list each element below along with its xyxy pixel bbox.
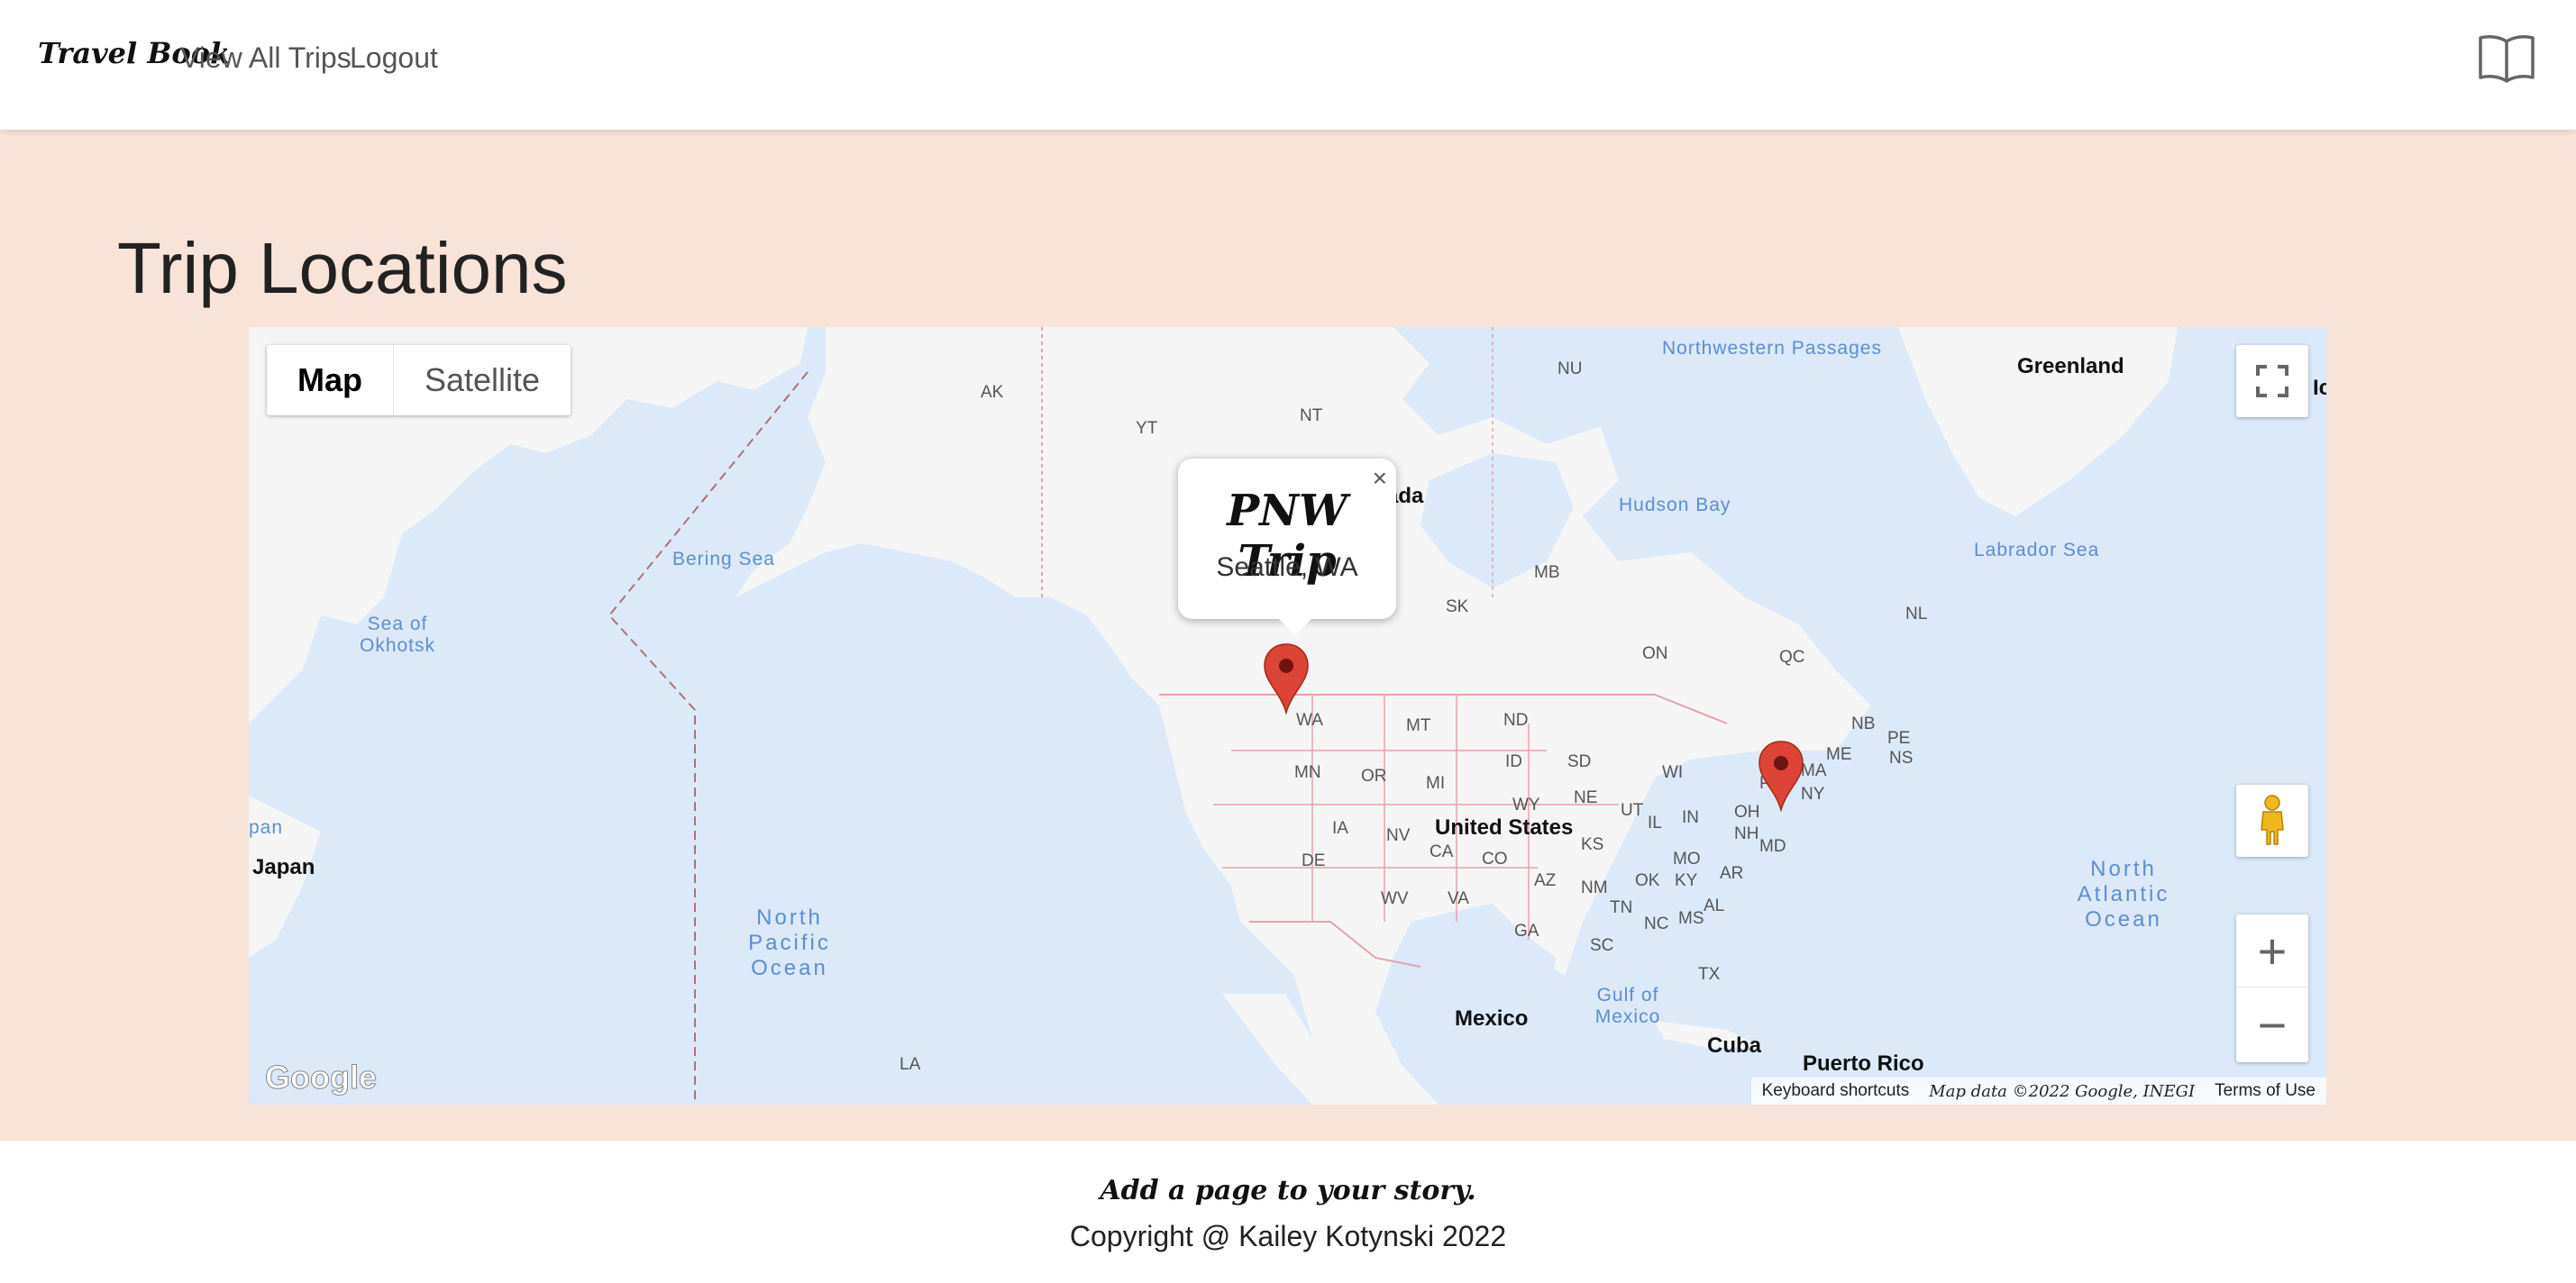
map-type-map-button[interactable]: Map — [267, 345, 394, 415]
map-label: Hudson Bay — [1619, 495, 1731, 515]
map-label: NE — [1574, 788, 1598, 807]
map-label: TN — [1610, 898, 1633, 917]
fullscreen-button[interactable] — [2236, 345, 2308, 417]
map-label: ND — [1503, 711, 1529, 730]
map-label: NV — [1386, 826, 1411, 845]
map-label: NM — [1581, 878, 1608, 897]
navbar: Travel Book View All Trips Logout — [0, 0, 2576, 130]
map-label: WI — [1662, 763, 1684, 782]
map-label: CO — [1482, 850, 1508, 869]
keyboard-shortcuts-link[interactable]: Keyboard shortcuts — [1762, 1081, 1910, 1101]
footer-copyright: Copyright @ Kailey Kotynski 2022 — [1069, 1220, 1507, 1252]
map-label: WY — [1512, 796, 1540, 814]
map-label: WV — [1381, 889, 1409, 908]
map-label: IN — [1682, 808, 1699, 827]
book-icon[interactable] — [2477, 32, 2536, 83]
map-type-control: Map Satellite — [267, 345, 571, 415]
map[interactable]: Northwestern Passages Hudson Bay Labrado… — [249, 327, 2326, 1105]
pegman-icon — [2261, 795, 2284, 845]
map-label: NL — [1905, 605, 1928, 623]
map-label: North Atlantic Ocean — [2077, 857, 2170, 932]
map-label: NC — [1644, 914, 1669, 933]
map-label: MI — [1426, 774, 1446, 793]
map-label: CA — [1430, 842, 1454, 861]
map-label: Northwestern Passages — [1662, 338, 1882, 359]
map-label: MO — [1673, 850, 1701, 869]
map-base — [249, 327, 2178, 1105]
google-logo[interactable]: Google — [265, 1059, 378, 1096]
map-label: MD — [1759, 837, 1786, 856]
zoom-in-button[interactable]: + — [2236, 914, 2308, 987]
map-label: QC — [1779, 648, 1805, 667]
map-label: MS — [1678, 909, 1704, 928]
map-label: KS — [1581, 835, 1604, 854]
terms-of-use-link[interactable]: Terms of Use — [2215, 1081, 2316, 1101]
map-label: NU — [1557, 359, 1583, 378]
map-label: PE — [1887, 729, 1911, 748]
map-label: VA — [1448, 889, 1469, 908]
map-label: ID — [1505, 752, 1522, 771]
map-type-satellite-button[interactable]: Satellite — [394, 345, 571, 415]
map-label: OR — [1361, 767, 1387, 786]
footer-tagline: Add a page to your story. — [1100, 1175, 1476, 1206]
zoom-out-button[interactable]: − — [2236, 988, 2308, 1061]
map-label: North Pacific Ocean — [748, 905, 831, 980]
map-label: UT — [1621, 801, 1644, 820]
map-label: DE — [1302, 851, 1326, 870]
map-label: IA — [1332, 819, 1348, 838]
map-label: NB — [1851, 714, 1876, 733]
nav-view-all-trips[interactable]: View All Trips — [180, 41, 352, 75]
map-label: OK — [1635, 871, 1660, 890]
map-label: Sea of Okhotsk — [359, 614, 436, 656]
map-label: Cuba — [1707, 1033, 1761, 1058]
map-label: SC — [1590, 936, 1614, 955]
map-label: TX — [1698, 965, 1721, 984]
fullscreen-icon — [2256, 365, 2288, 397]
street-view-button[interactable] — [2236, 785, 2308, 857]
page-title: Trip Locations — [117, 228, 568, 308]
map-label: Greenland — [2017, 354, 2124, 378]
map-label: AR — [1720, 864, 1744, 883]
map-label: ME — [1826, 745, 1852, 764]
map-label: AK — [981, 383, 1004, 402]
map-marker[interactable] — [1758, 740, 1804, 812]
map-label: MN — [1294, 763, 1321, 782]
map-label: GA — [1514, 922, 1539, 941]
map-label: MA — [1801, 761, 1827, 780]
map-label: Japan — [252, 855, 315, 879]
map-label: MT — [1406, 716, 1431, 735]
map-label: OH — [1734, 803, 1760, 822]
map-data-text: Map data ©2022 Google, INEGI — [1929, 1081, 2196, 1101]
map-label: LA — [900, 1055, 921, 1074]
map-label: Ic — [2313, 376, 2326, 400]
map-label: NH — [1734, 824, 1759, 843]
map-label: Gulf of Mexico — [1594, 985, 1661, 1027]
map-marker[interactable] — [1263, 642, 1310, 714]
map-label: Mexico — [1455, 1006, 1529, 1031]
footer: Add a page to your story. Copyright @ Ka… — [0, 1141, 2576, 1283]
map-label: Labrador Sea — [1974, 540, 2100, 560]
zoom-control: + − — [2236, 914, 2308, 1062]
info-window: × PNW Trip Seattle, WA — [1178, 459, 1396, 635]
map-label: Puerto Rico — [1803, 1051, 1924, 1076]
map-label: NT — [1300, 406, 1323, 425]
map-attribution: Keyboard shortcuts Map data ©2022 Google… — [1750, 1078, 2326, 1105]
map-label: IL — [1648, 814, 1662, 833]
map-label: YT — [1136, 419, 1158, 438]
map-label: MB — [1534, 563, 1560, 582]
map-label: Bering Sea — [672, 549, 775, 569]
map-label: pan — [249, 817, 284, 838]
map-label: NS — [1889, 749, 1914, 768]
map-label: SD — [1567, 752, 1592, 771]
map-label: KY — [1675, 871, 1698, 890]
map-label: ON — [1642, 644, 1668, 663]
map-label: SK — [1446, 597, 1469, 616]
map-label: AL — [1704, 896, 1725, 915]
info-window-location: Seattle, WA — [1216, 552, 1358, 582]
nav-logout[interactable]: Logout — [350, 41, 438, 75]
map-label: AZ — [1534, 871, 1557, 890]
map-label: United States — [1435, 815, 1574, 840]
